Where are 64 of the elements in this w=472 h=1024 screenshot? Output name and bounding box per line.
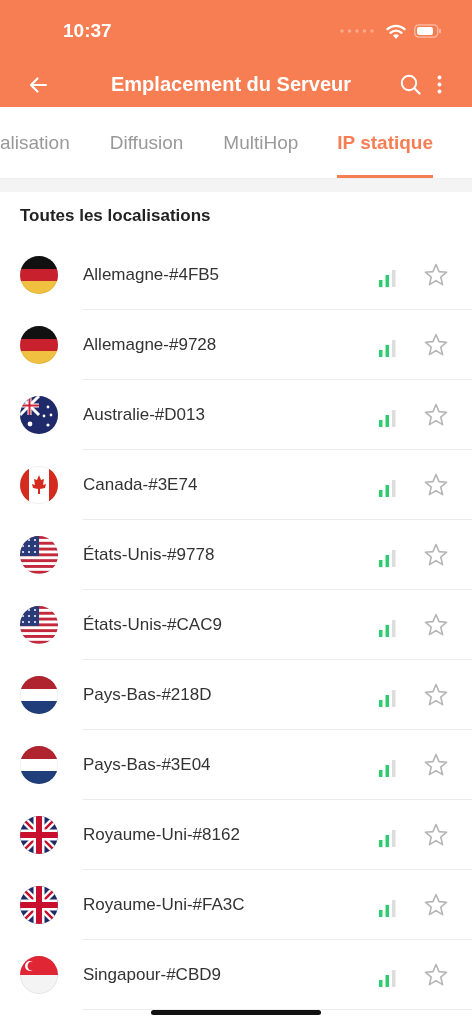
star-icon[interactable] <box>424 753 448 776</box>
section-title: Toutes les localisations <box>19 205 212 227</box>
star-icon[interactable] <box>424 613 448 636</box>
server-name: États-Unis-#9778 <box>83 544 216 565</box>
signal-bars-icon <box>379 480 396 497</box>
server-name: Royaume-Uni-#FA3C <box>83 894 246 915</box>
flag-icon <box>20 536 58 574</box>
flag-icon <box>20 746 58 784</box>
server-row[interactable]: Royaume-Uni-#8162 <box>0 800 472 870</box>
star-icon[interactable] <box>424 543 448 566</box>
signal-bars-icon <box>379 270 396 287</box>
server-row[interactable]: États-Unis-#9778 <box>0 520 472 590</box>
flag-icon <box>20 256 58 294</box>
signal-bars-icon <box>379 830 396 847</box>
signal-bars-icon <box>379 340 396 357</box>
server-name: Australie-#D013 <box>83 404 206 425</box>
signal-bars-icon <box>379 620 396 637</box>
star-icon[interactable] <box>424 683 448 706</box>
search-icon[interactable] <box>400 74 421 95</box>
server-row[interactable]: Pays-Bas-#218D <box>0 660 472 730</box>
flag-icon <box>20 326 58 364</box>
signal-bars-icon <box>379 970 396 987</box>
server-row[interactable]: Pays-Bas-#3E04 <box>0 730 472 800</box>
flag-icon <box>20 816 58 854</box>
server-row[interactable]: Allemagne-#4FB5 <box>0 240 472 310</box>
server-name: Pays-Bas-#3E04 <box>83 754 212 775</box>
star-icon[interactable] <box>424 473 448 496</box>
server-name: États-Unis-#CAC9 <box>83 614 223 635</box>
signal-bars-icon <box>379 410 396 427</box>
server-row[interactable]: Allemagne-#9728 <box>0 310 472 380</box>
flag-icon <box>20 466 58 504</box>
more-menu-icon[interactable] <box>437 75 442 94</box>
signal-bars-icon <box>379 900 396 917</box>
signal-bars-icon <box>379 550 396 567</box>
flag-icon <box>20 396 58 434</box>
server-row[interactable]: Royaume-Uni-#FA3C <box>0 870 472 940</box>
battery-icon <box>414 24 442 38</box>
back-arrow-icon[interactable] <box>28 75 48 94</box>
signal-dots-icon <box>340 29 374 33</box>
star-icon[interactable] <box>424 263 448 286</box>
server-name: Allemagne-#9728 <box>83 334 218 355</box>
server-row[interactable]: Canada-#3E74 <box>0 450 472 520</box>
server-name: Allemagne-#4FB5 <box>83 264 221 285</box>
flag-icon <box>20 956 58 994</box>
star-icon[interactable] <box>424 823 448 846</box>
screen-title: Emplacement du Serveur <box>111 73 353 96</box>
star-icon[interactable] <box>424 333 448 356</box>
flag-icon <box>20 676 58 714</box>
star-icon[interactable] <box>424 893 448 916</box>
server-name: Singapour-#CBD9 <box>83 964 222 985</box>
server-row[interactable]: Singapour-#CBD9 <box>0 940 472 1010</box>
wifi-icon <box>386 23 406 39</box>
server-name: Royaume-Uni-#8162 <box>83 824 241 845</box>
server-row[interactable]: États-Unis-#CAC9 <box>0 590 472 660</box>
status-time: 10:37 <box>63 20 113 42</box>
signal-bars-icon <box>379 760 396 777</box>
server-name: Pays-Bas-#218D <box>83 684 213 705</box>
star-icon[interactable] <box>424 963 448 986</box>
flag-icon <box>20 606 58 644</box>
flag-icon <box>20 886 58 924</box>
server-row[interactable]: Australie-#D013 <box>0 380 472 450</box>
server-name: Canada-#3E74 <box>83 474 199 495</box>
star-icon[interactable] <box>424 403 448 426</box>
signal-bars-icon <box>379 690 396 707</box>
